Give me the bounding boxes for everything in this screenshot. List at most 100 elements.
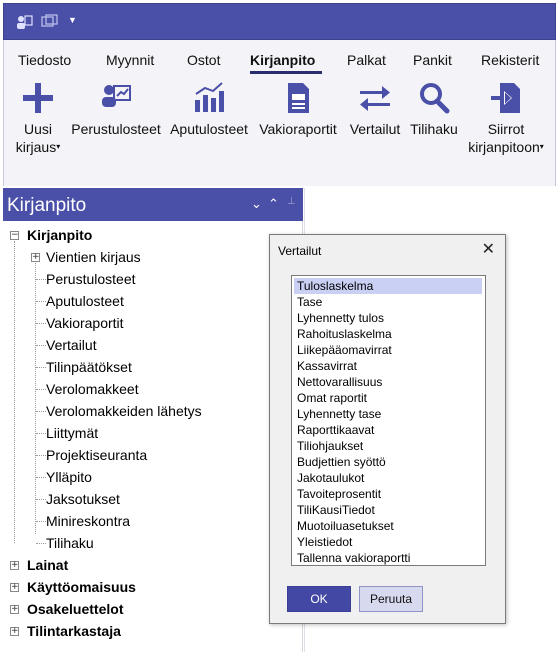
expand-icon[interactable]: + bbox=[10, 627, 19, 636]
ok-button[interactable]: OK bbox=[287, 586, 351, 612]
list-item[interactable]: Yleistiedot bbox=[294, 534, 482, 550]
expand-icon[interactable]: + bbox=[10, 561, 19, 570]
auxiliary-reports-button[interactable]: Aputulosteet bbox=[165, 80, 253, 138]
close-icon[interactable]: ✕ bbox=[482, 239, 495, 258]
pin-icon[interactable]: ⊥ bbox=[287, 196, 296, 207]
tree-node-kayttoomaisuus[interactable]: Käyttöomaisuus bbox=[27, 579, 136, 595]
tree-node-yllapito[interactable]: Ylläpito bbox=[46, 469, 92, 485]
tree-connector bbox=[36, 301, 46, 302]
tree-node-vientien-kirjaus[interactable]: Vientien kirjaus bbox=[46, 249, 141, 265]
transfer-icon bbox=[491, 83, 520, 113]
tree-connector bbox=[36, 367, 46, 368]
comparisons-button[interactable]: Vertailut bbox=[343, 80, 407, 138]
list-item[interactable]: Raporttikaavat bbox=[294, 422, 482, 438]
list-item[interactable]: Lyhennetty tulos bbox=[294, 310, 482, 326]
list-item[interactable]: TiliKausiTiedot bbox=[294, 502, 482, 518]
list-item[interactable]: Kassavirrat bbox=[294, 358, 482, 374]
tab-ostot[interactable]: Ostot bbox=[187, 52, 220, 68]
plus-icon bbox=[23, 83, 53, 113]
tree-node-minireskontra[interactable]: Minireskontra bbox=[46, 513, 130, 529]
people-icon[interactable] bbox=[15, 14, 33, 33]
tree-connector bbox=[36, 499, 46, 500]
dialog-title: Vertailut bbox=[278, 244, 322, 258]
list-item[interactable]: Muotoiluasetukset bbox=[294, 518, 482, 534]
list-item[interactable]: Tuloslaskelma bbox=[294, 278, 482, 294]
chevron-up-icon[interactable]: ⌃ bbox=[268, 196, 279, 212]
tree-connector bbox=[36, 521, 46, 522]
list-item[interactable]: Tallenna vakioraportti bbox=[294, 550, 482, 566]
tab-myynnit[interactable]: Myynnit bbox=[106, 52, 154, 68]
tab-tiedosto[interactable]: Tiedosto bbox=[18, 52, 71, 68]
panel-title: Kirjanpito bbox=[7, 195, 87, 216]
standard-reports-label: Vakioraportit bbox=[259, 121, 337, 137]
expand-icon[interactable]: + bbox=[10, 583, 19, 592]
quick-access-toolbar: ▼ bbox=[3, 3, 556, 40]
tab-pankit[interactable]: Pankit bbox=[413, 52, 452, 68]
tree-node-lainat[interactable]: Lainat bbox=[27, 557, 68, 573]
tab-rekisterit[interactable]: Rekisterit bbox=[481, 52, 539, 68]
comparisons-dialog: Vertailut ✕ Tuloslaskelma Tase Lyhennett… bbox=[269, 234, 506, 624]
expand-icon[interactable]: + bbox=[31, 253, 40, 262]
tree-node-verolomakkeiden-lahetys[interactable]: Verolomakkeiden lähetys bbox=[46, 403, 202, 419]
tree-node-kirjanpito[interactable]: Kirjanpito bbox=[27, 227, 92, 243]
tree-node-tilihaku[interactable]: Tilihaku bbox=[46, 535, 94, 551]
new-entry-label-1: Uusi bbox=[23, 121, 52, 137]
tree-node-jaksotukset[interactable]: Jaksotukset bbox=[46, 491, 120, 507]
tree-node-osakeluettelot[interactable]: Osakeluettelot bbox=[27, 601, 123, 617]
list-item[interactable]: Omat raportit bbox=[294, 390, 482, 406]
panel-header: Kirjanpito ⌄ ⌃ ⊥ bbox=[3, 188, 303, 221]
window-icon[interactable] bbox=[41, 14, 59, 33]
account-search-label: Tilihaku bbox=[410, 121, 458, 137]
tree-connector bbox=[36, 455, 46, 456]
tree-connector bbox=[36, 279, 46, 280]
expand-icon[interactable]: + bbox=[10, 605, 19, 614]
tab-kirjanpito[interactable]: Kirjanpito bbox=[250, 52, 315, 68]
list-item[interactable]: Jakotaulukot bbox=[294, 470, 482, 486]
auxiliary-reports-label: Aputulosteet bbox=[170, 121, 248, 137]
tree-connector bbox=[36, 543, 46, 544]
tab-palkat[interactable]: Palkat bbox=[347, 52, 386, 68]
tree-connector bbox=[36, 323, 46, 324]
tree-node-tilinpaatokset[interactable]: Tilinpäätökset bbox=[46, 359, 132, 375]
search-icon bbox=[420, 83, 450, 114]
transfers-label-2: kirjanpitoon bbox=[468, 139, 540, 155]
tree-node-liittymat[interactable]: Liittymät bbox=[46, 425, 98, 441]
comparisons-label: Vertailut bbox=[349, 121, 401, 137]
tree-node-vakioraportit[interactable]: Vakioraportit bbox=[46, 315, 124, 331]
basic-reports-button[interactable]: Perustulosteet bbox=[68, 80, 164, 138]
list-item[interactable]: Nettovarallisuus bbox=[294, 374, 482, 390]
tree-connector bbox=[36, 389, 46, 390]
basic-reports-label: Perustulosteet bbox=[71, 121, 161, 137]
list-item[interactable]: Rahoituslaskelma bbox=[294, 326, 482, 342]
report-listbox[interactable]: Tuloslaskelma Tase Lyhennetty tulos Raho… bbox=[291, 275, 486, 566]
list-item[interactable]: Tavoiteprosentit bbox=[294, 486, 482, 502]
report-chart-icon bbox=[102, 85, 131, 107]
tree-node-tilintarkastaja[interactable]: Tilintarkastaja bbox=[27, 623, 121, 639]
chevron-down-icon[interactable]: ⌄ bbox=[251, 196, 262, 212]
tree-node-perustulosteet[interactable]: Perustulosteet bbox=[46, 271, 136, 287]
account-search-button[interactable]: Tilihaku bbox=[406, 80, 462, 138]
tree-guide-line bbox=[35, 263, 36, 534]
list-item[interactable]: Tiliohjaukset bbox=[294, 438, 482, 454]
transfers-label-1: Siirrot bbox=[487, 121, 525, 137]
new-entry-button[interactable]: Uusi kirjaus▾ bbox=[10, 80, 66, 156]
list-item[interactable]: Liikepääomavirrat bbox=[294, 342, 482, 358]
compare-arrows-icon bbox=[360, 86, 390, 111]
tree-node-vertailut[interactable]: Vertailut bbox=[46, 337, 97, 353]
list-item[interactable]: Budjettien syöttö bbox=[294, 454, 482, 470]
list-item[interactable]: Tase bbox=[294, 294, 482, 310]
document-icon bbox=[288, 83, 309, 113]
tree-node-projektiseuranta[interactable]: Projektiseuranta bbox=[46, 447, 147, 463]
standard-reports-button[interactable]: Vakioraportit bbox=[254, 80, 342, 138]
tree-guide-line bbox=[14, 241, 15, 543]
transfers-button[interactable]: Siirrot kirjanpitoon▾ bbox=[460, 80, 552, 156]
tree-connector bbox=[36, 411, 46, 412]
cancel-button[interactable]: Peruuta bbox=[359, 586, 423, 612]
list-item[interactable]: Lyhennetty tase bbox=[294, 406, 482, 422]
new-entry-label-2: kirjaus bbox=[15, 139, 57, 155]
collapse-icon[interactable]: − bbox=[10, 231, 19, 240]
ribbon: Tiedosto Myynnit Ostot Kirjanpito Palkat… bbox=[3, 40, 556, 186]
tree-node-aputulosteet[interactable]: Aputulosteet bbox=[46, 293, 124, 309]
customize-toolbar-icon[interactable]: ▼ bbox=[68, 15, 77, 25]
tree-node-verolomakkeet[interactable]: Verolomakkeet bbox=[46, 381, 139, 397]
